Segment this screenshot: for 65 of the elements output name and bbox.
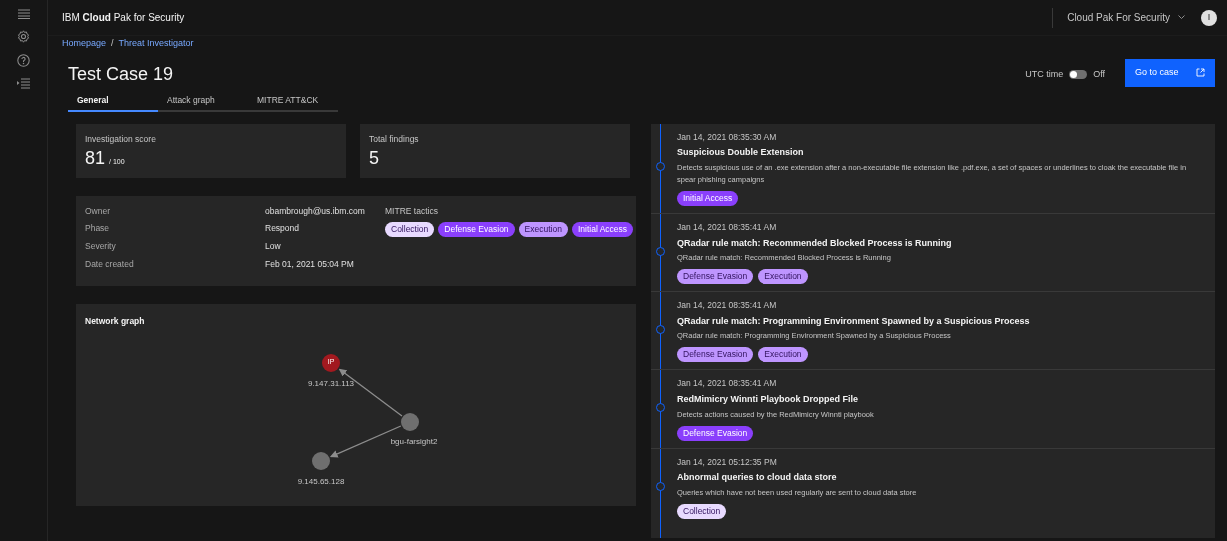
field-label: Phase xyxy=(85,222,111,235)
score-value: 81 xyxy=(85,147,106,171)
node-label: bgu-farsight2 xyxy=(390,435,438,448)
graph-node[interactable] xyxy=(401,412,419,431)
findings-count: 5 xyxy=(369,147,380,171)
product-switcher[interactable]: Cloud Pak For Security xyxy=(1067,10,1185,25)
event-time: Jan 14, 2021 05:12:35 PM xyxy=(677,455,778,469)
field-label: Severity xyxy=(85,240,117,253)
page-title: Test Case 19 xyxy=(68,62,175,85)
tactic-tag: Execution xyxy=(758,347,808,363)
tactic-tag: Execution xyxy=(518,222,568,238)
user-avatar[interactable]: I xyxy=(1201,9,1217,26)
launch-icon xyxy=(1196,68,1205,77)
timeline-node xyxy=(656,325,665,335)
event-time: Jan 14, 2021 08:35:41 AM xyxy=(677,220,778,234)
card-title: Network graph xyxy=(85,314,145,328)
field-label: Owner xyxy=(85,204,112,218)
menu-icon[interactable] xyxy=(17,9,30,19)
timeline-node xyxy=(656,161,665,171)
chevron-down-icon xyxy=(1178,15,1185,20)
utc-label: UTC time xyxy=(1025,67,1064,81)
event-title: QRadar rule match: Programming Environment Spawned by a Suspicious Process xyxy=(677,314,1031,328)
field-value: Respond xyxy=(265,222,301,235)
help-icon[interactable] xyxy=(17,54,30,67)
tactic-tag: Defense Evasion xyxy=(677,269,754,284)
tab[interactable]: MITRE ATT&CK xyxy=(248,91,338,112)
breadcrumb-link[interactable]: Threat Investigator xyxy=(118,37,194,51)
tactic-tag: Defense Evasion xyxy=(677,425,754,441)
breadcrumb-separator: / xyxy=(111,37,114,50)
tactic-tag: Initial Access xyxy=(571,222,634,238)
card-label: Investigation score xyxy=(85,132,157,146)
field-value: obambrough@us.ibm.com xyxy=(265,204,366,218)
tactic-tag: Defense Evasion xyxy=(438,222,515,238)
tab[interactable]: Attack graph xyxy=(158,91,248,112)
graph-node[interactable] xyxy=(312,451,330,470)
field-label: Date created xyxy=(85,257,135,271)
tactic-tag: Defense Evasion xyxy=(677,347,754,363)
event-title: Abnormal queries to cloud data store xyxy=(677,471,838,485)
node-label: 9.147.31.113 xyxy=(307,377,355,390)
go-to-case-button[interactable]: Go to case xyxy=(1125,58,1215,87)
event-title: RedMimicry Winnti Playbook Dropped File xyxy=(677,393,859,406)
field-value: Low xyxy=(265,240,282,253)
event-title: QRadar rule match: Recommended Blocked Process is Running xyxy=(677,236,953,250)
event-time: Jan 14, 2021 08:35:41 AM xyxy=(677,377,778,390)
list-icon[interactable] xyxy=(17,78,30,89)
event-time: Jan 14, 2021 08:35:30 AM xyxy=(677,130,778,144)
timeline-node xyxy=(656,481,665,491)
timeline-node xyxy=(656,246,665,256)
tactic-tag: Collection xyxy=(385,222,435,238)
event-title: Suspicious Double Extension xyxy=(677,146,805,160)
tactic-tag: Execution xyxy=(758,269,808,284)
breadcrumb-link[interactable]: Homepage xyxy=(62,37,107,51)
card-label: Total findings xyxy=(369,132,420,146)
section-label: MITRE tactics xyxy=(385,204,439,218)
utc-toggle[interactable] xyxy=(1069,69,1088,79)
field-value: Feb 01, 2021 05:04 PM xyxy=(265,257,355,271)
toggle-state: Off xyxy=(1093,67,1105,81)
tactic-tag: Initial Access xyxy=(677,190,739,206)
event-time: Jan 14, 2021 08:35:41 AM xyxy=(677,299,778,312)
node-label: 9.145.65.128 xyxy=(297,475,345,488)
tactic-tag: Collection xyxy=(677,503,727,519)
tab[interactable]: General xyxy=(68,91,158,112)
timeline-node xyxy=(656,403,665,413)
settings-icon[interactable] xyxy=(17,30,30,43)
product-name: IBM Cloud Pak for Security xyxy=(62,11,185,25)
